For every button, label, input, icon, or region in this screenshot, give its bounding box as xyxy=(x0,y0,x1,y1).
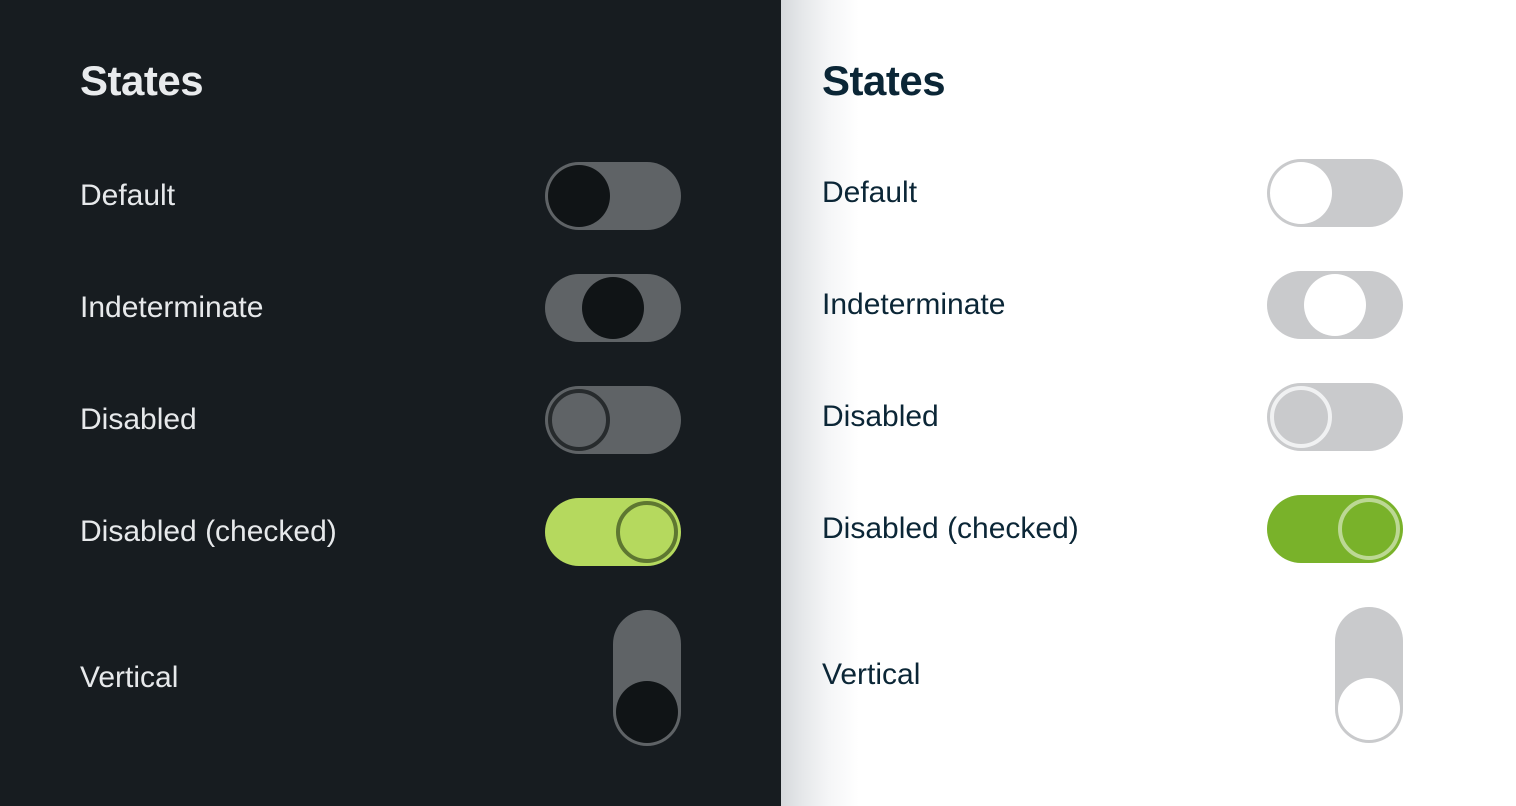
toggle-label-vertical-dark: Vertical xyxy=(80,661,179,694)
toggle-thumb-icon xyxy=(1338,678,1400,740)
toggle-thumb-icon xyxy=(548,389,610,451)
toggle-switch-indeterminate-light[interactable] xyxy=(1267,271,1403,339)
toggle-label-disabled-checked-dark: Disabled (checked) xyxy=(80,515,337,548)
toggle-row-indeterminate-light: Indeterminate xyxy=(822,249,1403,361)
toggle-thumb-icon xyxy=(582,277,644,339)
toggle-row-vertical-dark: Vertical xyxy=(80,588,681,768)
toggle-row-indeterminate-dark: Indeterminate xyxy=(80,252,681,364)
toggle-states-comparison: States Default Indeterminate Disabled Di… xyxy=(0,0,1516,806)
toggle-switch-indeterminate-dark[interactable] xyxy=(545,274,681,342)
toggle-thumb-icon xyxy=(1338,498,1400,560)
toggle-row-default-dark: Default xyxy=(80,140,681,252)
toggle-switch-default-light[interactable] xyxy=(1267,159,1403,227)
toggle-row-disabled-checked-dark: Disabled (checked) xyxy=(80,476,681,588)
toggle-row-disabled-light: Disabled xyxy=(822,361,1403,473)
toggle-label-indeterminate-light: Indeterminate xyxy=(822,288,1006,321)
toggle-label-default-light: Default xyxy=(822,176,918,209)
toggle-row-disabled-checked-light: Disabled (checked) xyxy=(822,473,1403,585)
toggle-row-disabled-dark: Disabled xyxy=(80,364,681,476)
toggle-label-default-dark: Default xyxy=(80,179,176,212)
toggle-thumb-icon xyxy=(1304,274,1366,336)
toggle-thumb-icon xyxy=(1270,386,1332,448)
toggle-row-vertical-light: Vertical xyxy=(822,585,1403,765)
toggle-thumb-icon xyxy=(616,501,678,563)
toggle-switch-vertical-dark[interactable] xyxy=(613,610,681,746)
toggle-switch-disabled-checked-light xyxy=(1267,495,1403,563)
toggle-label-vertical-light: Vertical xyxy=(822,658,921,691)
toggle-list-light: Default Indeterminate Disabled Disabled … xyxy=(781,137,1516,765)
toggle-thumb-icon xyxy=(1270,162,1332,224)
toggle-list-dark: Default Indeterminate Disabled Disabled … xyxy=(0,140,781,768)
toggle-row-default-light: Default xyxy=(822,137,1403,249)
page-title-dark: States xyxy=(80,57,204,104)
toggle-label-disabled-dark: Disabled xyxy=(80,403,197,436)
toggle-switch-disabled-checked-dark xyxy=(545,498,681,566)
light-theme-panel: States Default Indeterminate Disabled Di… xyxy=(781,0,1516,806)
toggle-switch-default-dark[interactable] xyxy=(545,162,681,230)
toggle-thumb-icon xyxy=(548,165,610,227)
dark-theme-panel: States Default Indeterminate Disabled Di… xyxy=(0,0,781,806)
toggle-switch-disabled-light xyxy=(1267,383,1403,451)
toggle-label-disabled-light: Disabled xyxy=(822,400,939,433)
toggle-label-indeterminate-dark: Indeterminate xyxy=(80,291,264,324)
toggle-switch-vertical-light[interactable] xyxy=(1335,607,1403,743)
toggle-switch-disabled-dark xyxy=(545,386,681,454)
toggle-thumb-icon xyxy=(616,681,678,743)
toggle-label-disabled-checked-light: Disabled (checked) xyxy=(822,512,1079,545)
page-title-light: States xyxy=(822,57,946,104)
